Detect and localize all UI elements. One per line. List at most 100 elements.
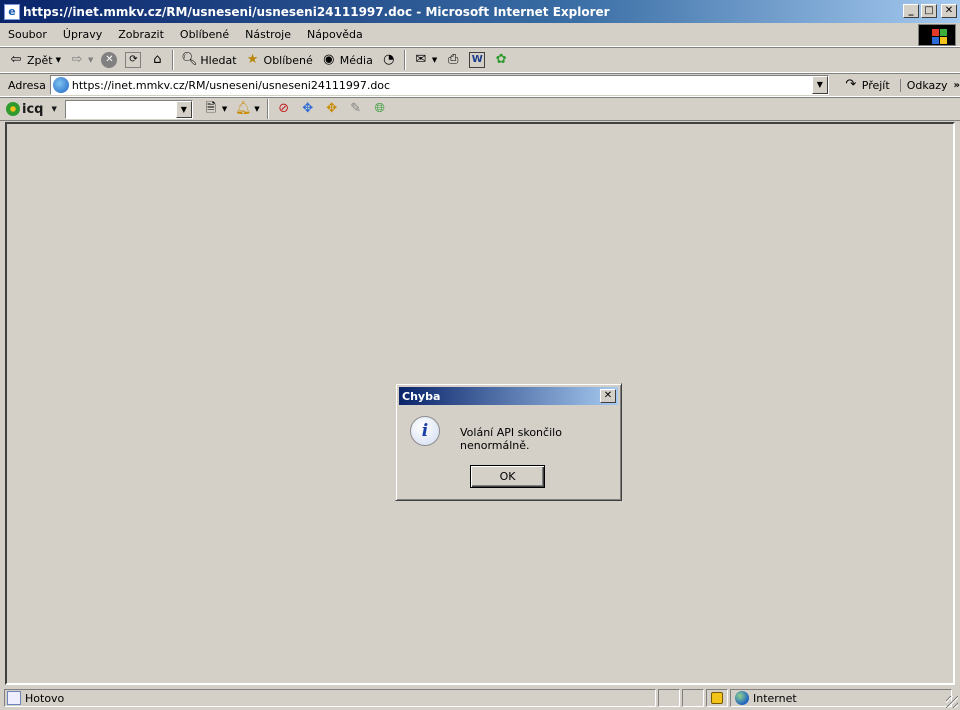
status-zone[interactable]: Internet — [730, 689, 952, 707]
icq-block-button[interactable]: ⊘ — [272, 98, 296, 120]
icq-search-input[interactable]: ▼ — [64, 99, 193, 119]
favorites-icon: ★ — [246, 52, 259, 67]
toolbar-separator — [266, 99, 269, 119]
chevron-down-icon[interactable]: ▼ — [254, 105, 259, 113]
lock-icon — [711, 692, 723, 704]
info-icon: i — [410, 416, 440, 446]
chevron-right-icon[interactable]: » — [954, 80, 960, 91]
back-label: Zpět — [27, 53, 53, 67]
menu-edit[interactable]: Úpravy — [55, 28, 110, 41]
icq-pro-icon: ✿ — [495, 52, 507, 67]
mail-button[interactable]: ✉ ▼ — [409, 49, 441, 71]
address-dropdown[interactable]: ▼ — [811, 76, 828, 94]
status-cell-progress — [658, 689, 680, 707]
status-cell-security[interactable] — [706, 689, 728, 707]
window-controls: _ □ ✕ — [903, 4, 957, 18]
media-label: Média — [339, 53, 373, 67]
ie-page-icon — [52, 77, 69, 93]
maximize-button[interactable]: □ — [921, 4, 937, 18]
dialog-titlebar[interactable]: Chyba ✕ — [399, 387, 618, 405]
close-button[interactable]: ✕ — [941, 4, 957, 18]
forward-button[interactable]: ⇨ ▼ — [65, 49, 97, 71]
search-button[interactable]: 🔍︎ Hledat — [177, 49, 240, 71]
stop-button[interactable]: ✕ — [97, 49, 121, 71]
icq-menu-button[interactable]: icq ▼ — [6, 102, 57, 117]
windows-logo-icon — [918, 24, 956, 46]
home-button[interactable]: ⌂ — [145, 49, 169, 71]
icq-move2-button[interactable]: ✥ — [320, 98, 344, 120]
address-label: Adresa — [8, 78, 46, 92]
stop-icon: ✕ — [101, 52, 118, 68]
chevron-down-icon[interactable]: ▼ — [432, 56, 437, 64]
ie-page-icon: e — [4, 3, 20, 20]
media-button[interactable]: ◉ Média — [317, 49, 377, 71]
go-button[interactable]: ↷ Přejít — [839, 77, 894, 93]
dialog-message: Volání API skončilo nenormálně. — [460, 426, 562, 452]
ie-page-icon — [7, 691, 21, 705]
status-cell-blank — [682, 689, 704, 707]
menu-tools[interactable]: Nástroje — [237, 28, 299, 41]
favorites-label: Oblíbené — [263, 53, 313, 67]
go-label: Přejít — [861, 78, 890, 92]
icq-notes-button[interactable]: 🗎︎ ▼ — [199, 98, 231, 120]
refresh-icon: ⟳ — [125, 52, 142, 68]
status-zone-label: Internet — [753, 691, 797, 705]
history-button[interactable]: ◔ — [377, 49, 401, 71]
toolbar-separator — [403, 50, 406, 70]
globe-icon — [735, 691, 749, 705]
move-icon: ✥ — [302, 101, 314, 116]
globe-icon: 🌐︎ — [374, 101, 385, 116]
icq-pro-button[interactable]: ✿ — [489, 49, 513, 71]
address-input[interactable]: https://inet.mmkv.cz/RM/usneseni/usnesen… — [49, 75, 829, 95]
icq-move-button[interactable]: ✥ — [296, 98, 320, 120]
media-icon: ◉ — [323, 52, 335, 67]
chevron-down-icon[interactable]: ▼ — [56, 56, 61, 64]
icq-search-dropdown[interactable]: ▼ — [175, 100, 192, 118]
menu-bar: Soubor Úpravy Zobrazit Oblíbené Nástroje… — [0, 23, 960, 47]
forward-arrow-icon: ⇨ — [71, 52, 83, 67]
bell-icon: 🔔︎ — [235, 101, 252, 116]
chevron-down-icon[interactable]: ▼ — [51, 105, 56, 113]
links-button[interactable]: Odkazy — [899, 78, 948, 92]
move-alt-icon: ✥ — [326, 101, 338, 116]
icq-toolbar: icq ▼ ▼ 🗎︎ ▼ 🔔︎ ▼ ⊘ ✥ ✥ ✎ 🌐︎ — [0, 97, 960, 121]
standard-toolbar: ⇦ Zpět ▼ ⇨ ▼ ✕ ⟳ ⌂ 🔍︎ Hledat ★ Oblíbené … — [0, 47, 960, 73]
icq-alert-button[interactable]: 🔔︎ ▼ — [231, 98, 263, 120]
icq-logo-text: icq — [22, 101, 44, 117]
address-bar: Adresa https://inet.mmkv.cz/RM/usneseni/… — [0, 73, 960, 97]
status-text: Hotovo — [25, 691, 65, 705]
home-icon: ⌂ — [153, 52, 162, 67]
window-title: https://inet.mmkv.cz/RM/usneseni/usnesen… — [23, 4, 610, 19]
notes-icon: 🗎︎ — [205, 101, 217, 116]
resize-grip[interactable] — [946, 696, 958, 708]
refresh-button[interactable]: ⟳ — [121, 49, 145, 71]
chevron-down-icon[interactable]: ▼ — [222, 105, 227, 113]
error-dialog: Chyba ✕ i Volání API skončilo nenormálně… — [395, 383, 622, 501]
history-icon: ◔ — [383, 52, 395, 67]
search-label: Hledat — [200, 53, 237, 67]
icq-highlight-button[interactable]: ✎ — [344, 98, 368, 120]
status-bar: Hotovo Internet — [0, 686, 960, 710]
dialog-close-button[interactable]: ✕ — [600, 389, 616, 403]
ok-button[interactable]: OK — [470, 465, 545, 488]
icq-globe-button[interactable]: 🌐︎ — [368, 98, 392, 120]
edit-button[interactable]: W — [465, 49, 489, 71]
menu-file[interactable]: Soubor — [0, 28, 55, 41]
window-titlebar[interactable]: e https://inet.mmkv.cz/RM/usneseni/usnes… — [0, 0, 960, 23]
toolbar-separator — [172, 50, 175, 70]
print-button[interactable]: ⎙ — [441, 49, 465, 71]
address-url[interactable]: https://inet.mmkv.cz/RM/usneseni/usnesen… — [72, 79, 390, 92]
mail-icon: ✉ — [415, 52, 427, 67]
minimize-button[interactable]: _ — [903, 4, 919, 18]
edit-word-icon: W — [469, 52, 486, 68]
menu-help[interactable]: Nápověda — [299, 28, 371, 41]
back-arrow-icon: ⇦ — [10, 52, 22, 67]
status-main: Hotovo — [4, 689, 656, 707]
back-button[interactable]: ⇦ Zpět ▼ — [4, 49, 65, 71]
favorites-button[interactable]: ★ Oblíbené — [241, 49, 317, 71]
highlighter-icon: ✎ — [350, 101, 362, 116]
menu-view[interactable]: Zobrazit — [110, 28, 172, 41]
menu-favorites[interactable]: Oblíbené — [172, 28, 237, 41]
dialog-title: Chyba — [402, 389, 441, 403]
chevron-down-icon[interactable]: ▼ — [88, 56, 93, 64]
